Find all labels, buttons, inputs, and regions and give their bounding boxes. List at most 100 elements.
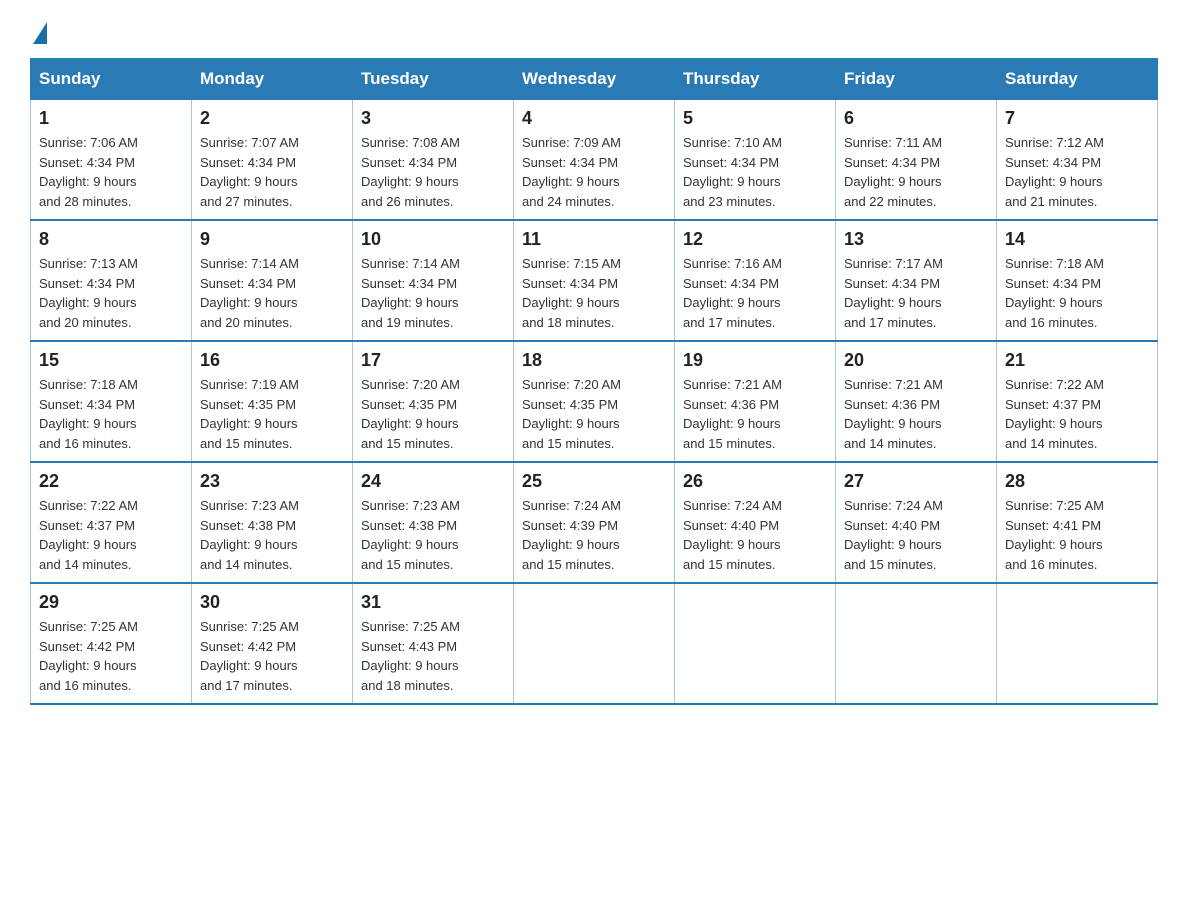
day-number: 10 <box>361 229 505 250</box>
day-cell <box>514 583 675 704</box>
day-cell: 13 Sunrise: 7:17 AMSunset: 4:34 PMDaylig… <box>836 220 997 341</box>
day-cell: 8 Sunrise: 7:13 AMSunset: 4:34 PMDayligh… <box>31 220 192 341</box>
day-info: Sunrise: 7:22 AMSunset: 4:37 PMDaylight:… <box>39 496 183 574</box>
day-cell: 1 Sunrise: 7:06 AMSunset: 4:34 PMDayligh… <box>31 100 192 221</box>
page-header <box>30 20 1158 38</box>
day-info: Sunrise: 7:22 AMSunset: 4:37 PMDaylight:… <box>1005 375 1149 453</box>
day-info: Sunrise: 7:10 AMSunset: 4:34 PMDaylight:… <box>683 133 827 211</box>
day-cell: 10 Sunrise: 7:14 AMSunset: 4:34 PMDaylig… <box>353 220 514 341</box>
day-number: 30 <box>200 592 344 613</box>
day-info: Sunrise: 7:14 AMSunset: 4:34 PMDaylight:… <box>200 254 344 332</box>
day-number: 28 <box>1005 471 1149 492</box>
logo <box>30 20 47 38</box>
day-cell: 31 Sunrise: 7:25 AMSunset: 4:43 PMDaylig… <box>353 583 514 704</box>
day-info: Sunrise: 7:25 AMSunset: 4:43 PMDaylight:… <box>361 617 505 695</box>
calendar-body: 1 Sunrise: 7:06 AMSunset: 4:34 PMDayligh… <box>31 100 1158 705</box>
day-number: 22 <box>39 471 183 492</box>
day-number: 13 <box>844 229 988 250</box>
day-info: Sunrise: 7:08 AMSunset: 4:34 PMDaylight:… <box>361 133 505 211</box>
day-info: Sunrise: 7:18 AMSunset: 4:34 PMDaylight:… <box>1005 254 1149 332</box>
day-info: Sunrise: 7:25 AMSunset: 4:42 PMDaylight:… <box>39 617 183 695</box>
day-cell: 6 Sunrise: 7:11 AMSunset: 4:34 PMDayligh… <box>836 100 997 221</box>
day-number: 6 <box>844 108 988 129</box>
day-cell: 14 Sunrise: 7:18 AMSunset: 4:34 PMDaylig… <box>997 220 1158 341</box>
day-info: Sunrise: 7:06 AMSunset: 4:34 PMDaylight:… <box>39 133 183 211</box>
header-row: SundayMondayTuesdayWednesdayThursdayFrid… <box>31 59 1158 100</box>
day-cell: 5 Sunrise: 7:10 AMSunset: 4:34 PMDayligh… <box>675 100 836 221</box>
day-info: Sunrise: 7:24 AMSunset: 4:40 PMDaylight:… <box>683 496 827 574</box>
day-info: Sunrise: 7:16 AMSunset: 4:34 PMDaylight:… <box>683 254 827 332</box>
header-cell-thursday: Thursday <box>675 59 836 100</box>
day-number: 31 <box>361 592 505 613</box>
day-cell: 24 Sunrise: 7:23 AMSunset: 4:38 PMDaylig… <box>353 462 514 583</box>
day-cell: 11 Sunrise: 7:15 AMSunset: 4:34 PMDaylig… <box>514 220 675 341</box>
day-cell <box>675 583 836 704</box>
day-info: Sunrise: 7:25 AMSunset: 4:42 PMDaylight:… <box>200 617 344 695</box>
day-number: 8 <box>39 229 183 250</box>
week-row-4: 22 Sunrise: 7:22 AMSunset: 4:37 PMDaylig… <box>31 462 1158 583</box>
day-info: Sunrise: 7:09 AMSunset: 4:34 PMDaylight:… <box>522 133 666 211</box>
day-info: Sunrise: 7:13 AMSunset: 4:34 PMDaylight:… <box>39 254 183 332</box>
week-row-2: 8 Sunrise: 7:13 AMSunset: 4:34 PMDayligh… <box>31 220 1158 341</box>
header-cell-friday: Friday <box>836 59 997 100</box>
day-number: 3 <box>361 108 505 129</box>
day-number: 1 <box>39 108 183 129</box>
day-cell: 28 Sunrise: 7:25 AMSunset: 4:41 PMDaylig… <box>997 462 1158 583</box>
day-cell <box>997 583 1158 704</box>
day-number: 12 <box>683 229 827 250</box>
day-number: 5 <box>683 108 827 129</box>
header-cell-saturday: Saturday <box>997 59 1158 100</box>
header-cell-monday: Monday <box>192 59 353 100</box>
day-cell: 29 Sunrise: 7:25 AMSunset: 4:42 PMDaylig… <box>31 583 192 704</box>
day-cell: 17 Sunrise: 7:20 AMSunset: 4:35 PMDaylig… <box>353 341 514 462</box>
day-number: 26 <box>683 471 827 492</box>
day-cell: 16 Sunrise: 7:19 AMSunset: 4:35 PMDaylig… <box>192 341 353 462</box>
day-cell: 27 Sunrise: 7:24 AMSunset: 4:40 PMDaylig… <box>836 462 997 583</box>
day-cell: 23 Sunrise: 7:23 AMSunset: 4:38 PMDaylig… <box>192 462 353 583</box>
day-number: 17 <box>361 350 505 371</box>
calendar-header: SundayMondayTuesdayWednesdayThursdayFrid… <box>31 59 1158 100</box>
day-cell: 20 Sunrise: 7:21 AMSunset: 4:36 PMDaylig… <box>836 341 997 462</box>
day-info: Sunrise: 7:19 AMSunset: 4:35 PMDaylight:… <box>200 375 344 453</box>
day-cell: 21 Sunrise: 7:22 AMSunset: 4:37 PMDaylig… <box>997 341 1158 462</box>
day-cell: 3 Sunrise: 7:08 AMSunset: 4:34 PMDayligh… <box>353 100 514 221</box>
calendar-table: SundayMondayTuesdayWednesdayThursdayFrid… <box>30 58 1158 705</box>
day-cell: 7 Sunrise: 7:12 AMSunset: 4:34 PMDayligh… <box>997 100 1158 221</box>
day-cell: 12 Sunrise: 7:16 AMSunset: 4:34 PMDaylig… <box>675 220 836 341</box>
day-info: Sunrise: 7:15 AMSunset: 4:34 PMDaylight:… <box>522 254 666 332</box>
day-info: Sunrise: 7:12 AMSunset: 4:34 PMDaylight:… <box>1005 133 1149 211</box>
day-number: 23 <box>200 471 344 492</box>
day-number: 27 <box>844 471 988 492</box>
day-number: 4 <box>522 108 666 129</box>
day-info: Sunrise: 7:24 AMSunset: 4:39 PMDaylight:… <box>522 496 666 574</box>
day-cell: 26 Sunrise: 7:24 AMSunset: 4:40 PMDaylig… <box>675 462 836 583</box>
day-cell: 25 Sunrise: 7:24 AMSunset: 4:39 PMDaylig… <box>514 462 675 583</box>
day-info: Sunrise: 7:14 AMSunset: 4:34 PMDaylight:… <box>361 254 505 332</box>
day-info: Sunrise: 7:17 AMSunset: 4:34 PMDaylight:… <box>844 254 988 332</box>
day-info: Sunrise: 7:25 AMSunset: 4:41 PMDaylight:… <box>1005 496 1149 574</box>
day-number: 7 <box>1005 108 1149 129</box>
logo-triangle-icon <box>33 22 47 44</box>
day-info: Sunrise: 7:11 AMSunset: 4:34 PMDaylight:… <box>844 133 988 211</box>
day-number: 19 <box>683 350 827 371</box>
header-cell-tuesday: Tuesday <box>353 59 514 100</box>
day-cell: 2 Sunrise: 7:07 AMSunset: 4:34 PMDayligh… <box>192 100 353 221</box>
day-number: 18 <box>522 350 666 371</box>
day-cell: 9 Sunrise: 7:14 AMSunset: 4:34 PMDayligh… <box>192 220 353 341</box>
day-cell: 22 Sunrise: 7:22 AMSunset: 4:37 PMDaylig… <box>31 462 192 583</box>
day-cell: 30 Sunrise: 7:25 AMSunset: 4:42 PMDaylig… <box>192 583 353 704</box>
day-number: 9 <box>200 229 344 250</box>
week-row-1: 1 Sunrise: 7:06 AMSunset: 4:34 PMDayligh… <box>31 100 1158 221</box>
day-number: 11 <box>522 229 666 250</box>
day-info: Sunrise: 7:20 AMSunset: 4:35 PMDaylight:… <box>361 375 505 453</box>
day-info: Sunrise: 7:18 AMSunset: 4:34 PMDaylight:… <box>39 375 183 453</box>
week-row-3: 15 Sunrise: 7:18 AMSunset: 4:34 PMDaylig… <box>31 341 1158 462</box>
day-cell <box>836 583 997 704</box>
day-number: 16 <box>200 350 344 371</box>
day-number: 2 <box>200 108 344 129</box>
day-info: Sunrise: 7:21 AMSunset: 4:36 PMDaylight:… <box>844 375 988 453</box>
header-cell-wednesday: Wednesday <box>514 59 675 100</box>
day-number: 25 <box>522 471 666 492</box>
day-number: 15 <box>39 350 183 371</box>
day-cell: 4 Sunrise: 7:09 AMSunset: 4:34 PMDayligh… <box>514 100 675 221</box>
